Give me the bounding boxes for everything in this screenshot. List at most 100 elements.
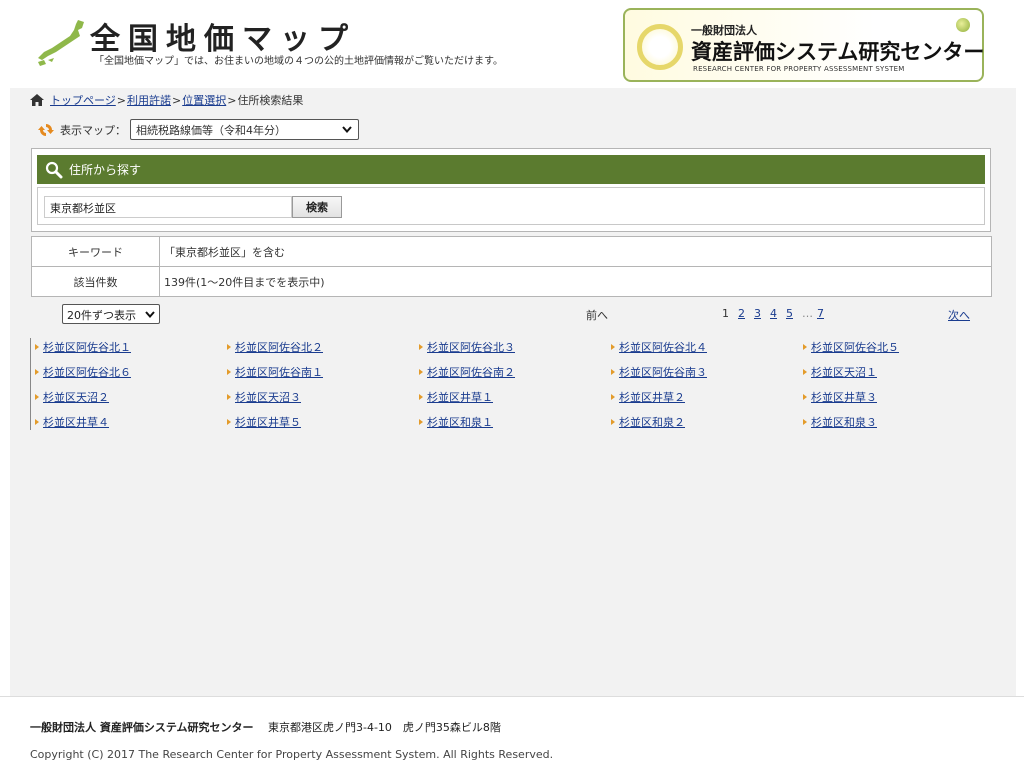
next-page-link[interactable]: 次へ [948,307,970,323]
list-item[interactable]: 杉並区和泉２ [611,413,803,430]
map-select[interactable]: 相続税路線価等（令和4年分） [130,119,359,140]
address-result-link[interactable]: 杉並区井草２ [619,389,685,405]
page-link[interactable]: 2 [738,307,745,320]
page-link[interactable]: 4 [770,307,777,320]
breadcrumb-separator: > [116,93,126,107]
site-header: 全国地価マップ 「全国地価マップ」では、お住まいの地域の４つの公的土地評価情報が… [0,0,1024,88]
list-item[interactable]: 杉並区阿佐谷南３ [611,363,803,380]
address-result-link[interactable]: 杉並区和泉２ [619,414,685,430]
results-list: 杉並区阿佐谷北１ 杉並区阿佐谷北２ 杉並区阿佐谷北３ 杉並区阿佐谷北４ 杉並区阿佐谷北５… [30,338,990,430]
bullet-icon [611,393,615,400]
prev-page: 前へ [586,309,608,322]
address-result-link[interactable]: 杉並区井草３ [811,389,877,405]
site-footer: 一般財団法人 資産評価システム研究センター 東京都港区虎ノ門3-4-10 虎ノ門… [0,696,1024,763]
search-panel-header: 住所から探す [37,155,985,184]
org-banner[interactable]: 一般財団法人 資産評価システム研究センター RESEARCH CENTER FO… [623,8,984,82]
address-search-input[interactable]: 東京都杉並区 [44,196,292,218]
result-summary-table: キーワード 「東京都杉並区」を含む 該当件数 139件(1～20件目までを表示中… [31,236,992,297]
list-item[interactable]: 杉並区井草１ [419,388,611,405]
chevron-down-icon [342,126,352,134]
bullet-icon [227,393,231,400]
list-item[interactable]: 杉並区井草５ [227,413,419,430]
list-item[interactable]: 杉並区和泉３ [803,413,995,430]
address-result-link[interactable]: 杉並区阿佐谷北６ [43,364,131,380]
breadcrumb-terms[interactable]: 利用許諾 [127,92,171,108]
address-result-link[interactable]: 杉並区天沼３ [235,389,301,405]
keyword-value: 「東京都杉並区」を含む [159,236,992,267]
list-item[interactable]: 杉並区天沼３ [227,388,419,405]
bullet-icon [35,368,39,375]
list-item[interactable]: 杉並区阿佐谷北３ [419,338,611,355]
list-item[interactable]: 杉並区天沼１ [803,363,995,380]
map-select-row: 表示マップ： 相続税路線価等（令和4年分） [38,119,359,140]
table-row: 該当件数 139件(1～20件目までを表示中) [31,266,992,297]
count-value: 139件(1～20件目までを表示中) [159,266,992,297]
address-result-link[interactable]: 杉並区井草１ [427,389,493,405]
bullet-icon [803,393,807,400]
footer-address: 東京都港区虎ノ門3-4-10 虎ノ門35森ビル8階 [268,721,501,734]
address-result-link[interactable]: 杉並区井草４ [43,414,109,430]
search-button[interactable]: 検索 [292,196,342,218]
page-numbers: 1 2 3 4 5 … 7 [722,307,833,320]
list-item[interactable]: 杉並区阿佐谷北４ [611,338,803,355]
bullet-icon [35,418,39,425]
page-current: 1 [722,307,729,320]
address-result-link[interactable]: 杉並区阿佐谷北４ [619,339,707,355]
bullet-icon [803,418,807,425]
list-item[interactable]: 杉並区阿佐谷南１ [227,363,419,380]
page-link-last[interactable]: 7 [817,307,824,320]
list-item[interactable]: 杉並区阿佐谷北６ [35,363,227,380]
home-icon [30,94,44,106]
address-result-link[interactable]: 杉並区井草５ [235,414,301,430]
search-form: 東京都杉並区 検索 [37,187,985,225]
org-logo-icon [637,24,683,70]
breadcrumb-separator: > [172,93,182,107]
chevron-down-icon [145,311,155,319]
list-item[interactable]: 杉並区井草４ [35,413,227,430]
bullet-icon [227,368,231,375]
address-search-panel: 住所から探す 東京都杉並区 検索 [31,148,991,232]
bullet-icon [419,418,423,425]
bullet-icon [803,343,807,350]
page-link[interactable]: 3 [754,307,761,320]
page-link[interactable]: 5 [786,307,793,320]
address-result-link[interactable]: 杉並区阿佐谷北３ [427,339,515,355]
breadcrumb-top[interactable]: トップページ [50,92,116,108]
keyword-label: キーワード [31,236,160,267]
site-logo[interactable]: 全国地価マップ 「全国地価マップ」では、お住まいの地域の４つの公的土地評価情報が… [34,14,594,74]
address-result-link[interactable]: 杉並区阿佐谷南２ [427,364,515,380]
breadcrumb: トップページ > 利用許諾 > 位置選択 > 住所検索結果 [30,92,303,108]
refresh-icon [38,123,54,136]
breadcrumb-separator: > [227,93,237,107]
map-select-label: 表示マップ： [60,123,126,137]
list-item[interactable]: 杉並区阿佐谷南２ [419,363,611,380]
address-result-link[interactable]: 杉並区阿佐谷北１ [43,339,131,355]
results-grid: 杉並区阿佐谷北１ 杉並区阿佐谷北２ 杉並区阿佐谷北３ 杉並区阿佐谷北４ 杉並区阿佐谷北５… [35,338,990,430]
list-item[interactable]: 杉並区井草３ [803,388,995,405]
org-name: 資産評価システム研究センター [691,40,985,64]
per-page-select[interactable]: 20件ずつ表示 [62,304,160,324]
address-result-link[interactable]: 杉並区阿佐谷北５ [811,339,899,355]
footer-org-line: 一般財団法人 資産評価システム研究センター 東京都港区虎ノ門3-4-10 虎ノ門… [30,719,501,735]
list-item[interactable]: 杉並区井草２ [611,388,803,405]
address-result-link[interactable]: 杉並区天沼１ [811,364,877,380]
list-item[interactable]: 杉並区天沼２ [35,388,227,405]
list-item[interactable]: 杉並区阿佐谷北５ [803,338,995,355]
address-result-link[interactable]: 杉並区阿佐谷南３ [619,364,707,380]
address-result-link[interactable]: 杉並区阿佐谷南１ [235,364,323,380]
site-subtitle: 「全国地価マップ」では、お住まいの地域の４つの公的土地評価情報がご覧いただけます… [94,56,503,67]
japan-map-icon [38,20,84,66]
list-item[interactable]: 杉並区阿佐谷北１ [35,338,227,355]
address-result-link[interactable]: 杉並区阿佐谷北２ [235,339,323,355]
address-result-link[interactable]: 杉並区和泉１ [427,414,493,430]
list-item[interactable]: 杉並区和泉１ [419,413,611,430]
address-result-link[interactable]: 杉並区和泉３ [811,414,877,430]
breadcrumb-location[interactable]: 位置選択 [182,92,226,108]
per-page-value: 20件ずつ表示 [67,309,136,322]
list-item[interactable]: 杉並区阿佐谷北２ [227,338,419,355]
page-ellipsis: … [802,307,813,320]
map-select-value: 相続税路線価等（令和4年分） [136,124,286,137]
bullet-icon [227,418,231,425]
address-result-link[interactable]: 杉並区天沼２ [43,389,109,405]
org-name-en: RESEARCH CENTER FOR PROPERTY ASSESSMENT … [693,65,905,73]
